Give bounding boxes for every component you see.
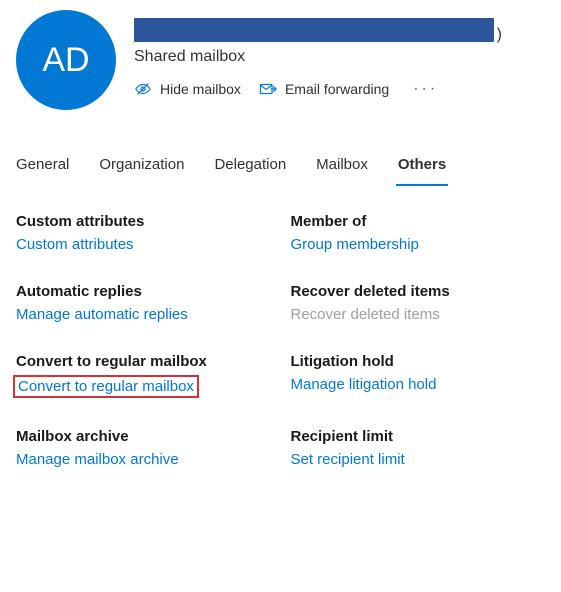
manage-mailbox-archive-link[interactable]: Manage mailbox archive <box>16 451 271 468</box>
content-grid: Custom attributes Custom attributes Memb… <box>0 185 561 468</box>
hide-mailbox-label: Hide mailbox <box>160 81 241 97</box>
tab-others[interactable]: Others <box>398 146 446 185</box>
set-recipient-limit-link[interactable]: Set recipient limit <box>291 451 546 468</box>
tabs-row: General Organization Delegation Mailbox … <box>0 146 561 185</box>
actions-row: Hide mailbox Email forwarding ··· <box>134 80 545 98</box>
section-member-of: Member of Group membership <box>291 213 546 253</box>
mailbox-type-label: Shared mailbox <box>134 48 545 66</box>
hide-mailbox-button[interactable]: Hide mailbox <box>134 81 241 97</box>
section-mailbox-archive: Mailbox archive Manage mailbox archive <box>16 428 271 468</box>
section-title: Convert to regular mailbox <box>16 353 271 370</box>
header-right: Shared mailbox Hide mailbox <box>134 10 545 110</box>
header-region: AD Shared mailbox Hide mailbox <box>0 0 561 110</box>
redacted-title-bar <box>134 18 494 42</box>
tab-mailbox[interactable]: Mailbox <box>316 146 368 185</box>
eye-hidden-icon <box>134 81 152 97</box>
section-title: Automatic replies <box>16 283 271 300</box>
tab-delegation[interactable]: Delegation <box>214 146 286 185</box>
section-automatic-replies: Automatic replies Manage automatic repli… <box>16 283 271 323</box>
manage-automatic-replies-link[interactable]: Manage automatic replies <box>16 306 271 323</box>
section-title: Mailbox archive <box>16 428 271 445</box>
section-custom-attributes: Custom attributes Custom attributes <box>16 213 271 253</box>
section-recipient-limit: Recipient limit Set recipient limit <box>291 428 546 468</box>
mail-forward-icon <box>259 81 277 97</box>
section-title: Litigation hold <box>291 353 546 370</box>
tab-organization[interactable]: Organization <box>99 146 184 185</box>
section-convert-to-regular-mailbox: Convert to regular mailbox Convert to re… <box>16 353 271 398</box>
group-membership-link[interactable]: Group membership <box>291 236 546 253</box>
section-title: Recipient limit <box>291 428 546 445</box>
manage-litigation-hold-link[interactable]: Manage litigation hold <box>291 376 546 393</box>
section-title: Custom attributes <box>16 213 271 230</box>
avatar-initials: AD <box>42 41 89 80</box>
section-title: Member of <box>291 213 546 230</box>
email-forwarding-label: Email forwarding <box>285 81 389 97</box>
tab-general[interactable]: General <box>16 146 69 185</box>
section-recover-deleted-items: Recover deleted items Recover deleted it… <box>291 283 546 323</box>
custom-attributes-link[interactable]: Custom attributes <box>16 236 271 253</box>
convert-to-regular-mailbox-link[interactable]: Convert to regular mailbox <box>13 375 199 398</box>
section-litigation-hold: Litigation hold Manage litigation hold <box>291 353 546 398</box>
recover-deleted-items-link: Recover deleted items <box>291 306 546 323</box>
email-forwarding-button[interactable]: Email forwarding <box>259 81 389 97</box>
more-actions-button[interactable]: ··· <box>413 80 438 98</box>
section-title: Recover deleted items <box>291 283 546 300</box>
avatar: AD <box>16 10 116 110</box>
